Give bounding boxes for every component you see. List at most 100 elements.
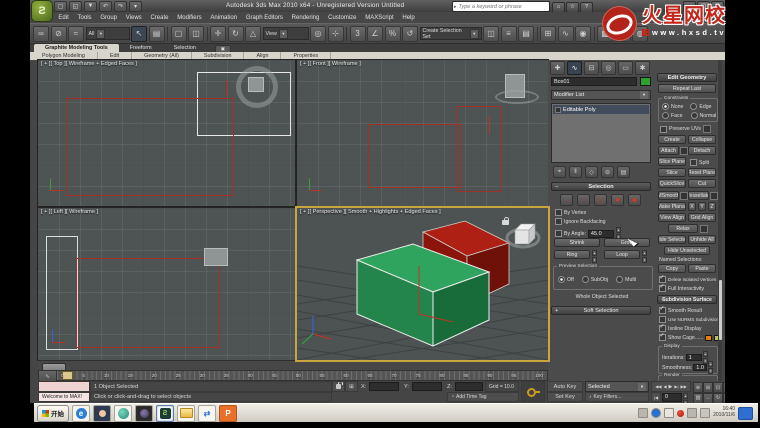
preview-off-radio[interactable] (558, 276, 565, 283)
named-selection-sets-dropdown[interactable]: Create Selection Set ▾ (419, 27, 482, 40)
menu-item[interactable]: Modifiers (173, 15, 206, 21)
cut-button[interactable]: Cut (688, 179, 716, 188)
view-align-button[interactable]: View Align (658, 213, 686, 222)
preserve-uvs-option[interactable]: Preserve UVs (660, 125, 711, 133)
hide-unselected-button[interactable]: Hide Unselected (664, 246, 710, 255)
viewport-left[interactable]: [ + ][ Left ][ Wireframe ] (37, 207, 296, 361)
material-editor-icon[interactable]: ◉ (575, 25, 591, 42)
constraint-none-radio[interactable] (662, 103, 669, 110)
object-color-swatch[interactable] (640, 77, 651, 86)
constraint-face-radio[interactable] (662, 112, 669, 119)
play-icon[interactable]: ▶ (669, 384, 673, 390)
help-icon[interactable]: ? (580, 1, 593, 13)
show-end-result-icon[interactable]: ‖ (569, 166, 582, 178)
add-time-tag[interactable]: ◔ Add Time Tag (447, 392, 519, 402)
tray-globe-icon[interactable] (651, 408, 662, 418)
viewcube[interactable] (505, 223, 541, 249)
taskbar-3dsmax-icon[interactable]: Ƨ (156, 404, 174, 422)
tab-selection[interactable]: Selection (163, 44, 207, 52)
menu-item[interactable]: Rendering (287, 15, 323, 21)
edge-mode-icon[interactable]: ∕ (577, 194, 590, 206)
layer-manager-icon[interactable]: ▤ (518, 25, 534, 42)
tray-icon[interactable] (664, 408, 675, 418)
unlink-selection-icon[interactable]: ⊘ (50, 25, 67, 42)
smooth-result-option[interactable]: Smooth Result (659, 305, 702, 314)
edit-geometry-rollout-header[interactable]: Edit Geometry (657, 73, 717, 82)
tab-freeform[interactable]: Freeform (119, 44, 163, 52)
set-keys-button[interactable] (521, 381, 545, 402)
spinner-snap-icon[interactable]: ↺ (402, 25, 418, 42)
volume-icon[interactable] (700, 408, 711, 418)
reset-plane-button[interactable]: Reset Plane (688, 168, 716, 177)
create-button[interactable]: Create (658, 135, 686, 144)
cage-color-swatch-1[interactable] (705, 334, 713, 341)
listener-input-line[interactable]: Welcome to MAX! (38, 392, 90, 402)
tab-create-icon[interactable]: ✚ (550, 61, 565, 75)
iterations-field[interactable]: 1 (685, 354, 702, 361)
taskbar-globe-icon[interactable] (114, 404, 132, 422)
polygon-mode-icon[interactable]: ■ (611, 194, 624, 206)
make-planar-button[interactable]: Make Planar (658, 202, 686, 211)
open-file-icon[interactable]: ◱ (69, 0, 82, 12)
constraint-edge-radio[interactable] (690, 103, 698, 110)
align-icon[interactable]: ≡ (500, 25, 517, 42)
z-coordinate-field[interactable] (455, 382, 483, 391)
home-icon[interactable]: ⌂ (552, 1, 565, 13)
redo-icon[interactable]: ↷ (114, 0, 127, 12)
ribbon-group-label[interactable]: Geometry (All) (132, 52, 192, 60)
tab-graphite-modeling-tools[interactable]: Graphite Modeling Tools (34, 44, 119, 52)
viewport-front[interactable]: [ + ][ Front ][ Wireframe ] (296, 59, 549, 207)
border-mode-icon[interactable]: ▢ (594, 194, 607, 206)
percent-snap-icon[interactable]: % (384, 25, 401, 42)
tray-icon[interactable] (638, 408, 649, 418)
save-file-icon[interactable]: ▼ (84, 0, 97, 12)
go-to-start-icon[interactable]: ◀◀ (655, 384, 661, 389)
viewcube-ring[interactable] (495, 90, 539, 104)
set-key-button[interactable]: Set Key (547, 392, 583, 402)
go-to-frame-start[interactable]: |◀ (651, 392, 661, 402)
select-and-scale-icon[interactable]: △ (245, 25, 261, 42)
x-coordinate-field[interactable] (369, 382, 399, 391)
isoline-display-option[interactable]: Isoline Display (659, 323, 701, 332)
split-option[interactable]: Split (690, 159, 709, 166)
slice-button[interactable]: Slice (658, 168, 686, 177)
taskbar-media-icon[interactable] (135, 404, 153, 422)
taskbar-transfer-icon[interactable]: ⇄ (198, 404, 216, 422)
auto-key-button[interactable]: Auto Key (547, 381, 583, 392)
mirror-icon[interactable]: ◫ (483, 25, 499, 42)
ignore-backfacing-checkbox[interactable] (555, 218, 562, 225)
object-name-field[interactable]: Box01 (551, 77, 637, 86)
panel-scrollbar-thumb[interactable] (718, 280, 722, 340)
ribbon-group-label[interactable]: Properties (281, 52, 332, 60)
tessellate-settings-icon[interactable] (710, 192, 718, 200)
ribbon-group-label[interactable]: Edit (98, 52, 133, 60)
maximize-viewport-toggle-icon[interactable]: ◧ (723, 392, 725, 403)
snaps-toggle-icon[interactable]: 3 (349, 25, 366, 42)
curve-editor-icon[interactable]: ∿ (557, 25, 574, 42)
angle-snap-icon[interactable]: ∠ (367, 25, 383, 42)
search-input[interactable] (457, 3, 549, 10)
select-and-link-icon[interactable]: ∞ (33, 25, 49, 42)
select-object-icon[interactable]: ↖ (131, 25, 147, 42)
show-cage-option[interactable]: Show Cage...... (659, 332, 722, 341)
loop-button[interactable]: Loop (604, 250, 640, 259)
key-filters-button[interactable]: ♪ Key Filters... (585, 392, 649, 402)
absolute-mode-toggle[interactable]: ⊞ (345, 381, 358, 392)
loop-spinner[interactable]: ▴ ▾ (642, 250, 647, 263)
menu-item[interactable]: Create (146, 15, 173, 21)
tab-motion-icon[interactable]: ◎ (601, 61, 616, 75)
attach-settings-icon[interactable] (680, 147, 688, 155)
modifier-stack[interactable]: Editable Poly (551, 103, 651, 163)
grid-align-button[interactable]: Grid Align (688, 213, 716, 222)
full-interactivity-checkbox[interactable] (659, 283, 666, 292)
use-pivot-center-icon[interactable]: ◎ (310, 25, 326, 42)
shrink-button[interactable]: Shrink (554, 238, 600, 247)
menu-item[interactable]: Group (96, 15, 121, 21)
ring-spinner[interactable]: ▴ ▾ (592, 250, 597, 263)
taskbar-messenger-icon[interactable] (93, 404, 111, 422)
preview-subobj-radio[interactable] (581, 276, 589, 283)
workspace-dropdown-icon[interactable]: ▾ (129, 0, 142, 12)
zoom-extents-icon[interactable]: ⊡ (713, 382, 723, 393)
viewport-front-label[interactable]: [ + ][ Front ][ Wireframe ] (300, 61, 361, 67)
use-nurms-option[interactable]: Use NURMS Subdivision (659, 316, 719, 323)
